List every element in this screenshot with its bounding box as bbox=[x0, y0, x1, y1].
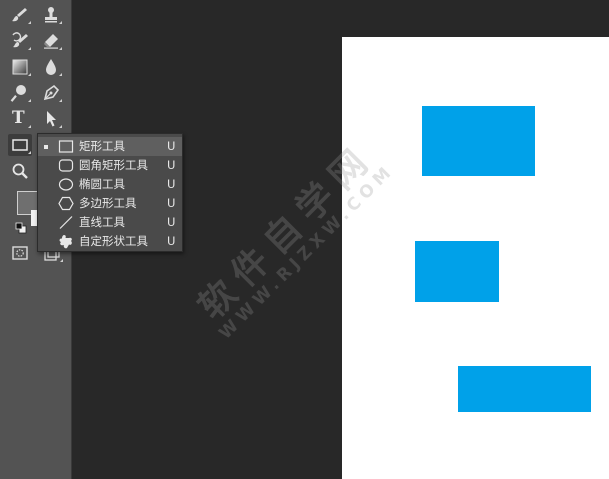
quick-mask-button[interactable] bbox=[8, 242, 32, 264]
ellipse-icon bbox=[58, 178, 74, 191]
menu-item-shortcut: U bbox=[167, 234, 176, 248]
rounded-rectangle-icon bbox=[58, 159, 74, 172]
menu-item-shortcut: U bbox=[167, 196, 176, 210]
type-tool[interactable]: T bbox=[8, 108, 32, 130]
brush-icon bbox=[12, 8, 27, 22]
drop-icon bbox=[46, 59, 56, 75]
clone-stamp-tool[interactable] bbox=[39, 4, 63, 26]
menu-item-label: 直线工具 bbox=[79, 215, 125, 229]
gradient-tool[interactable] bbox=[8, 56, 32, 78]
menu-item-label: 多边形工具 bbox=[79, 196, 137, 210]
eraser-icon bbox=[44, 34, 58, 49]
pen-icon bbox=[43, 84, 60, 101]
menu-item-line-tool[interactable]: 直线工具 U bbox=[38, 213, 182, 232]
shape-tool-flyout-menu: 矩形工具 U 圆角矩形工具 U 椭圆工具 U 多边形工具 U 直线工具 U 自定… bbox=[37, 133, 183, 252]
menu-item-ellipse-tool[interactable]: 椭圆工具 U bbox=[38, 175, 182, 194]
pen-tool[interactable] bbox=[39, 82, 63, 104]
menu-item-custom-shape-tool[interactable]: 自定形状工具 U bbox=[38, 232, 182, 251]
menu-item-shortcut: U bbox=[167, 158, 176, 172]
menu-item-label: 椭圆工具 bbox=[79, 177, 125, 191]
custom-shape-icon bbox=[59, 235, 72, 249]
history-brush-tool[interactable] bbox=[8, 30, 32, 52]
rectangle-icon bbox=[12, 139, 28, 151]
menu-item-shortcut: U bbox=[167, 177, 176, 191]
eraser-tool[interactable] bbox=[39, 30, 63, 52]
gradient-icon bbox=[12, 59, 28, 75]
default-colors-icon[interactable] bbox=[15, 222, 27, 234]
menu-item-polygon-tool[interactable]: 多边形工具 U bbox=[38, 194, 182, 213]
type-icon: T bbox=[12, 108, 25, 128]
menu-item-shortcut: U bbox=[167, 139, 176, 153]
menu-item-rounded-rectangle-tool[interactable]: 圆角矩形工具 U bbox=[38, 156, 182, 175]
dodge-icon bbox=[10, 85, 26, 102]
arrow-icon bbox=[47, 111, 56, 127]
rectangle-tool[interactable] bbox=[8, 134, 32, 156]
dodge-tool[interactable] bbox=[8, 82, 32, 104]
selected-indicator bbox=[44, 145, 48, 149]
rectangle-icon bbox=[58, 140, 74, 153]
menu-item-rectangle-tool[interactable]: 矩形工具 U bbox=[38, 137, 182, 156]
path-selection-tool[interactable] bbox=[39, 108, 63, 130]
zoom-icon bbox=[12, 163, 28, 179]
stamp-icon bbox=[45, 7, 57, 23]
blue-rectangle-3[interactable] bbox=[458, 366, 591, 412]
blue-rectangle-1[interactable] bbox=[422, 106, 535, 176]
zoom-tool[interactable] bbox=[8, 160, 32, 182]
polygon-icon bbox=[58, 196, 74, 211]
blur-tool[interactable] bbox=[39, 56, 63, 78]
quick-mask-icon bbox=[12, 246, 28, 260]
brush-tool[interactable] bbox=[8, 4, 32, 26]
menu-item-label: 自定形状工具 bbox=[79, 234, 148, 248]
menu-item-label: 矩形工具 bbox=[79, 139, 125, 153]
blue-rectangle-2[interactable] bbox=[415, 241, 499, 302]
menu-item-shortcut: U bbox=[167, 215, 176, 229]
history-brush-icon bbox=[12, 32, 28, 48]
menu-item-label: 圆角矩形工具 bbox=[79, 158, 148, 172]
document-canvas[interactable] bbox=[342, 37, 609, 479]
line-icon bbox=[59, 216, 73, 229]
